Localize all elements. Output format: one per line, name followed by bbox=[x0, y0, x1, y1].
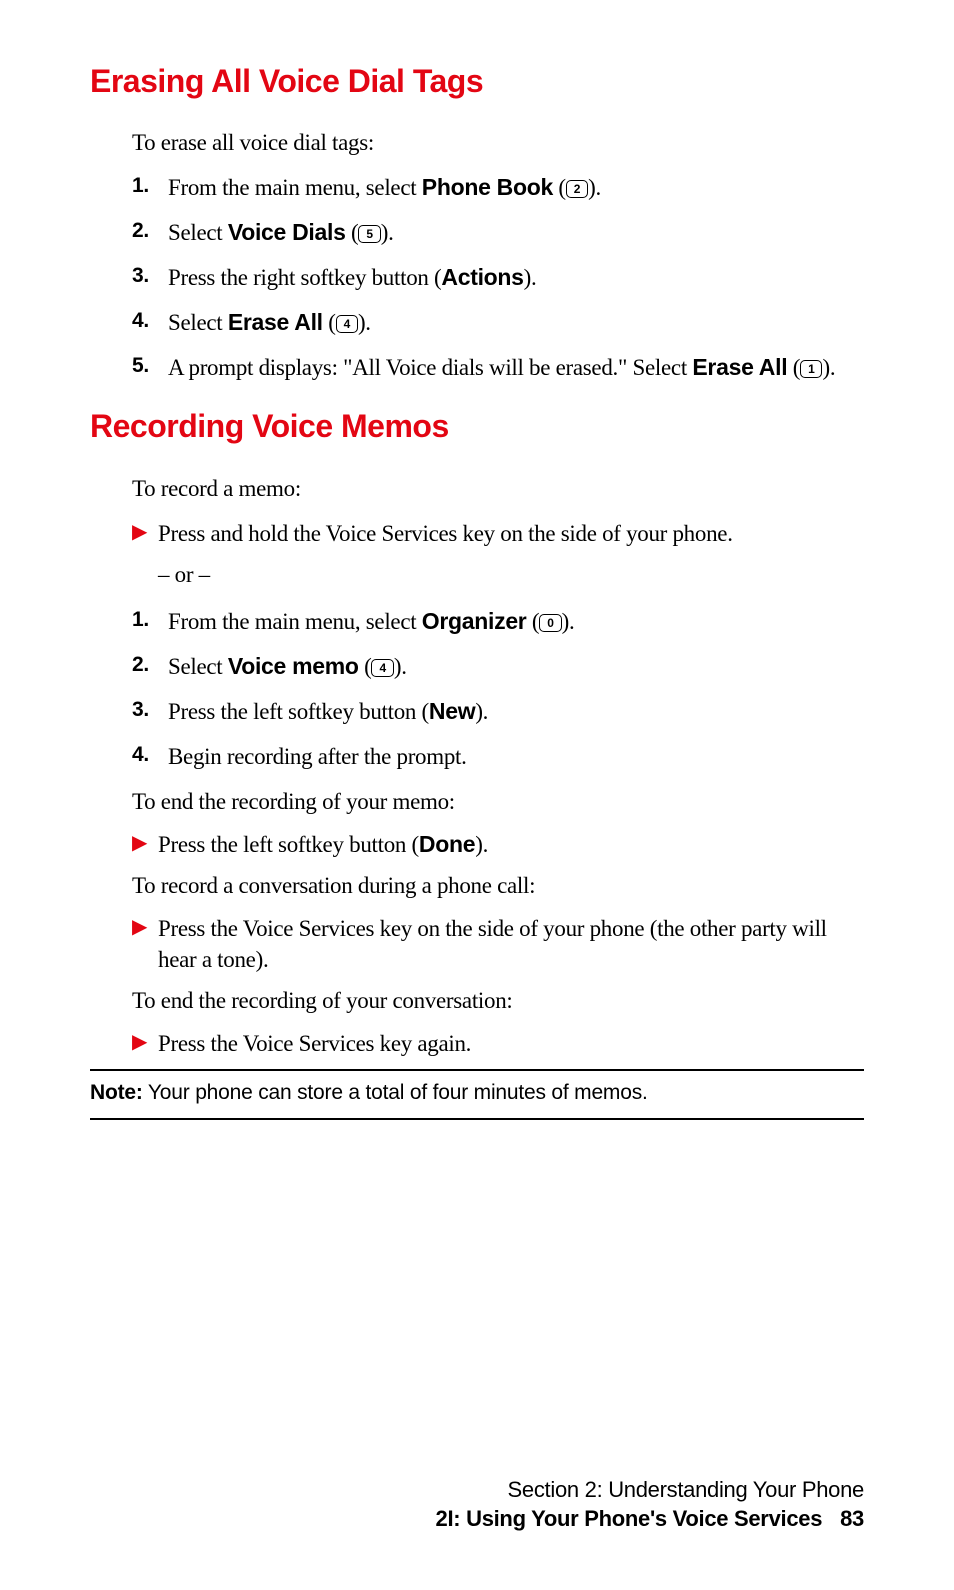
step-text: From the main menu, select Organizer (0)… bbox=[168, 606, 864, 637]
step-row: 4. Select Erase All (4). bbox=[132, 307, 864, 338]
keycap-icon: 2 bbox=[566, 180, 588, 198]
heading-erasing: Erasing All Voice Dial Tags bbox=[90, 60, 864, 103]
step-number: 2. bbox=[132, 217, 168, 248]
bullet-text: Press the Voice Services key again. bbox=[158, 1028, 864, 1059]
step-text: Press the left softkey button (New). bbox=[168, 696, 864, 727]
page-footer: Section 2: Understanding Your Phone 2I: … bbox=[436, 1475, 864, 1534]
intro-recording: To record a memo: bbox=[132, 473, 864, 504]
footer-section-line: Section 2: Understanding Your Phone bbox=[436, 1475, 864, 1505]
step-text: From the main menu, select Phone Book (2… bbox=[168, 172, 864, 203]
step-row: 1. From the main menu, select Phone Book… bbox=[132, 172, 864, 203]
step-number: 3. bbox=[132, 262, 168, 293]
keycap-icon: 5 bbox=[358, 225, 380, 243]
bullet-list: ▶ Press the Voice Services key on the si… bbox=[132, 913, 864, 975]
keycap-icon: 1 bbox=[800, 360, 822, 378]
para-end-memo: To end the recording of your memo: bbox=[132, 786, 864, 817]
intro-erasing: To erase all voice dial tags: bbox=[132, 127, 864, 158]
step-number: 2. bbox=[132, 651, 168, 682]
steps-recording: 1. From the main menu, select Organizer … bbox=[132, 606, 864, 772]
arrow-icon: ▶ bbox=[132, 913, 158, 975]
step-number: 1. bbox=[132, 606, 168, 637]
step-row: 2. Select Voice Dials (5). bbox=[132, 217, 864, 248]
step-text: A prompt displays: "All Voice dials will… bbox=[168, 352, 864, 383]
bullet-text: Press the left softkey button (Done). bbox=[158, 829, 864, 860]
step-number: 3. bbox=[132, 696, 168, 727]
step-number: 5. bbox=[132, 352, 168, 383]
step-text: Select Voice Dials (5). bbox=[168, 217, 864, 248]
list-item: ▶ Press the Voice Services key again. bbox=[132, 1028, 864, 1059]
note-label: Note: bbox=[90, 1081, 143, 1104]
bullet-list: ▶ Press and hold the Voice Services key … bbox=[132, 518, 864, 549]
arrow-icon: ▶ bbox=[132, 829, 158, 860]
step-row: 3. Press the right softkey button (Actio… bbox=[132, 262, 864, 293]
step-number: 4. bbox=[132, 741, 168, 772]
bullet-text: Press and hold the Voice Services key on… bbox=[158, 518, 864, 549]
keycap-icon: 4 bbox=[371, 659, 393, 677]
list-item: ▶ Press the left softkey button (Done). bbox=[132, 829, 864, 860]
step-number: 1. bbox=[132, 172, 168, 203]
heading-recording: Recording Voice Memos bbox=[90, 405, 864, 448]
or-divider: – or – bbox=[158, 559, 864, 590]
keycap-icon: 0 bbox=[539, 614, 561, 632]
bullet-list: ▶ Press the Voice Services key again. bbox=[132, 1028, 864, 1059]
step-row: 4. Begin recording after the prompt. bbox=[132, 741, 864, 772]
step-row: 1. From the main menu, select Organizer … bbox=[132, 606, 864, 637]
bullet-list: ▶ Press the left softkey button (Done). bbox=[132, 829, 864, 860]
step-text: Begin recording after the prompt. bbox=[168, 741, 864, 772]
keycap-icon: 4 bbox=[336, 315, 358, 333]
para-record-conversation: To record a conversation during a phone … bbox=[132, 870, 864, 901]
step-number: 4. bbox=[132, 307, 168, 338]
list-item: ▶ Press and hold the Voice Services key … bbox=[132, 518, 864, 549]
list-item: ▶ Press the Voice Services key on the si… bbox=[132, 913, 864, 975]
note-text: Your phone can store a total of four min… bbox=[143, 1081, 648, 1104]
page-number: 83 bbox=[840, 1506, 864, 1531]
para-end-conversation: To end the recording of your conversatio… bbox=[132, 985, 864, 1016]
step-text: Select Erase All (4). bbox=[168, 307, 864, 338]
footer-chapter-line: 2I: Using Your Phone's Voice Services83 bbox=[436, 1504, 864, 1534]
bullet-text: Press the Voice Services key on the side… bbox=[158, 913, 864, 975]
arrow-icon: ▶ bbox=[132, 518, 158, 549]
step-row: 2. Select Voice memo (4). bbox=[132, 651, 864, 682]
steps-erasing: 1. From the main menu, select Phone Book… bbox=[132, 172, 864, 383]
step-text: Select Voice memo (4). bbox=[168, 651, 864, 682]
step-row: 3. Press the left softkey button (New). bbox=[132, 696, 864, 727]
step-row: 5. A prompt displays: "All Voice dials w… bbox=[132, 352, 864, 383]
step-text: Press the right softkey button (Actions)… bbox=[168, 262, 864, 293]
note-box: Note: Your phone can store a total of fo… bbox=[90, 1069, 864, 1119]
arrow-icon: ▶ bbox=[132, 1028, 158, 1059]
